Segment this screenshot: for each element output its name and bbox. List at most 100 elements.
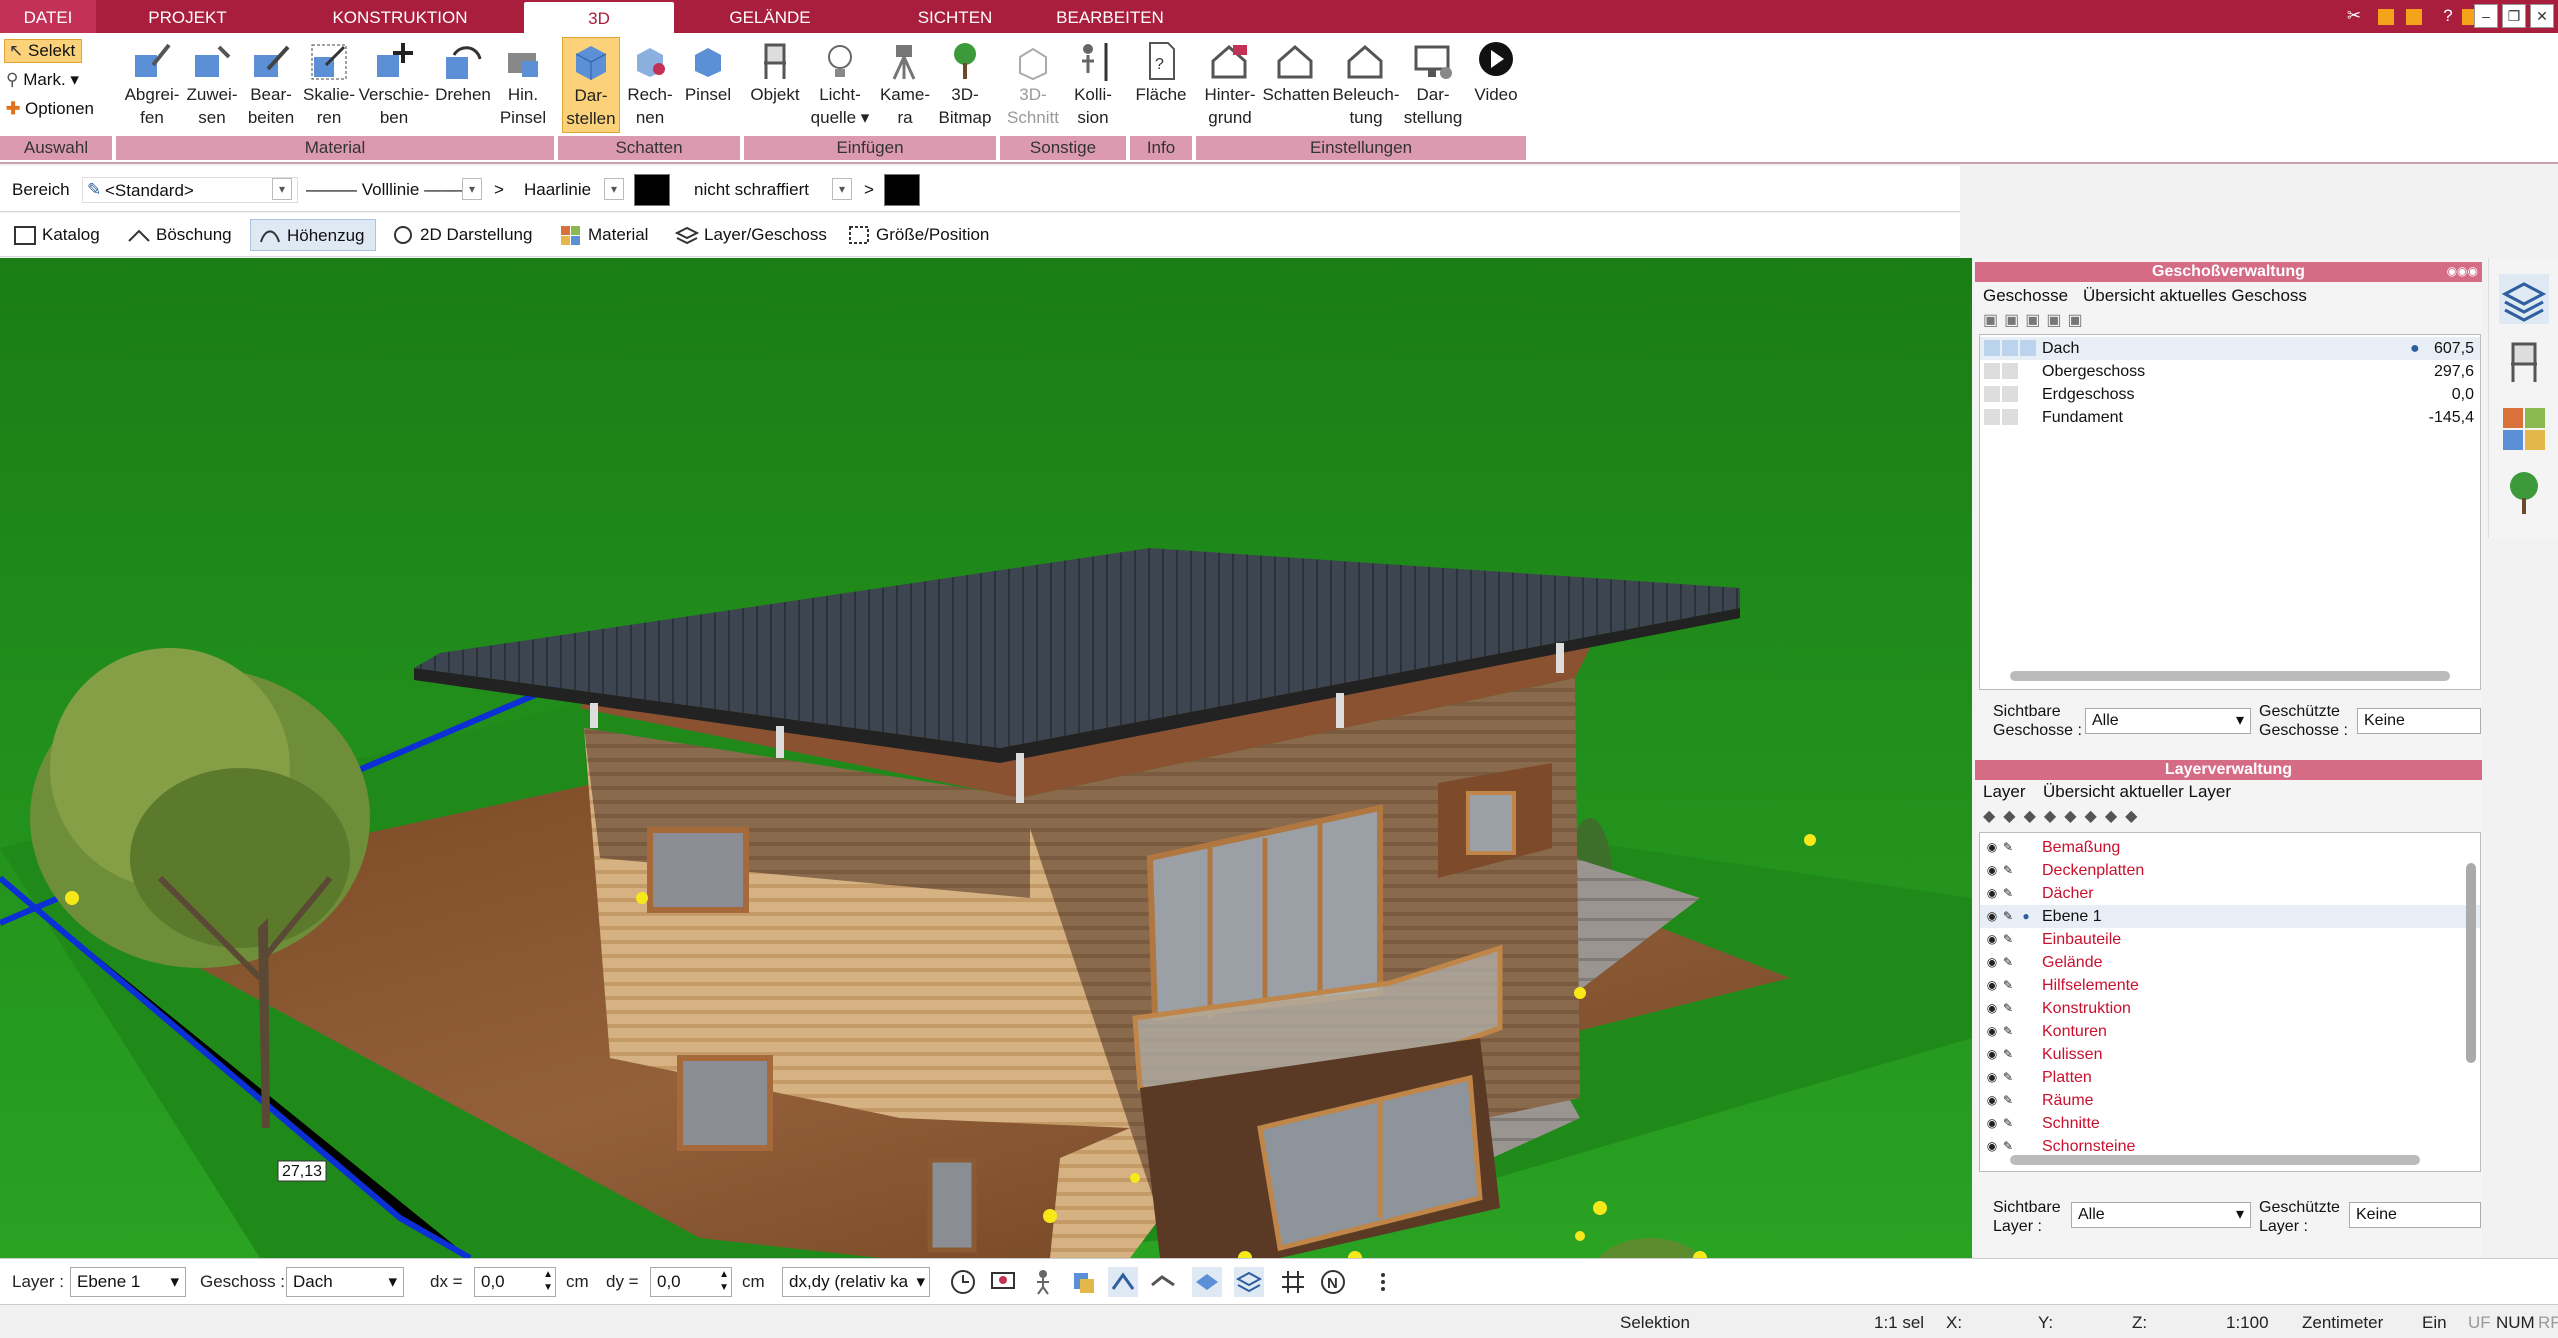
kollision-button[interactable]: Kolli-sion xyxy=(1064,37,1122,129)
fill-color-swatch[interactable] xyxy=(884,174,920,206)
schraffur-dropdown[interactable]: nicht schraffiert xyxy=(694,180,809,200)
pen-icon[interactable]: ✎ xyxy=(2000,954,2016,970)
3d-bitmap-button[interactable]: 3D- Bitmap xyxy=(934,37,996,129)
tab-sichten[interactable]: SICHTEN xyxy=(880,0,1030,33)
selekt-button[interactable]: ↖ Selekt xyxy=(4,39,83,63)
layer-geschoss-button[interactable]: Layer/Geschoss xyxy=(668,219,830,251)
chevron-down-icon[interactable]: ▾ xyxy=(272,178,292,200)
bearbeiten-button[interactable]: Bear-beiten xyxy=(240,37,302,129)
pen-icon[interactable]: ✎ xyxy=(2000,1092,2016,1108)
eye-icon[interactable]: ◉ xyxy=(1984,908,2000,924)
dy-input[interactable]: 0,0 ▲ ▼ xyxy=(650,1267,732,1297)
layer-row[interactable]: ◉ ✎ Kulissen xyxy=(1980,1043,2480,1066)
eye-icon[interactable]: ◉ xyxy=(1984,862,2000,878)
eye-icon[interactable]: ◉ xyxy=(1984,1138,2000,1154)
material-icon[interactable] xyxy=(2499,404,2549,454)
north-icon[interactable]: N xyxy=(1318,1267,1348,1297)
chevron-down-icon[interactable]: ▾ xyxy=(462,178,482,200)
tools-icon[interactable]: ✂ xyxy=(2342,5,2366,27)
layer-row[interactable]: ◉ ✎ Gelände xyxy=(1980,951,2480,974)
mark-button[interactable]: ⚲ Mark. ▾ xyxy=(6,70,79,90)
geschoss-row[interactable]: Dach ● 607,5 xyxy=(1980,337,2480,360)
pen-icon[interactable]: ✎ xyxy=(2000,931,2016,947)
pen-icon[interactable]: ✎ xyxy=(2000,862,2016,878)
geschoss-row[interactable]: Obergeschoss 297,6 xyxy=(1980,360,2480,383)
tree-icon[interactable] xyxy=(2499,468,2549,518)
layer-row[interactable]: ◉ ✎ Deckenplatten xyxy=(1980,859,2480,882)
restore-button[interactable]: ❐ xyxy=(2502,4,2526,28)
tab-layer[interactable]: Layer xyxy=(1983,782,2026,802)
pen-icon[interactable]: ✎ xyxy=(2000,977,2016,993)
panel-controls-icon[interactable]: ◉◉◉ xyxy=(2447,264,2478,278)
sichtbare-layer-select[interactable]: Alle ▾ xyxy=(2071,1202,2251,1228)
eye-icon[interactable]: ◉ xyxy=(1984,1115,2000,1131)
zuweisen-button[interactable]: Zuwei-sen xyxy=(182,37,242,129)
geschoss-toolbar-icons[interactable]: ▣▣▣▣▣ xyxy=(1983,310,2089,330)
grid-icon[interactable] xyxy=(1278,1267,1308,1297)
objekt-button[interactable]: Objekt xyxy=(746,37,804,106)
copy-icon[interactable] xyxy=(1068,1267,1098,1297)
layer-row[interactable]: ◉ ✎ Schnitte xyxy=(1980,1112,2480,1135)
haarlinie-dropdown[interactable]: Haarlinie xyxy=(524,180,591,200)
geschoss-select[interactable]: Dach ▾ xyxy=(286,1267,404,1297)
3d-schnitt-button[interactable]: 3D- Schnitt xyxy=(1002,37,1064,129)
chair-icon[interactable] xyxy=(2499,338,2549,388)
pen-icon[interactable]: ✎ xyxy=(2000,1023,2016,1039)
sichtbare-geschosse-select[interactable]: Alle ▾ xyxy=(2085,708,2251,734)
layers-icon[interactable] xyxy=(2499,274,2549,324)
geschoss-row[interactable]: Fundament -145,4 xyxy=(1980,406,2480,429)
geschoss-row[interactable]: Erdgeschoss 0,0 xyxy=(1980,383,2480,406)
dx-input[interactable]: 0,0 ▲ ▼ xyxy=(474,1267,556,1297)
minimize-button[interactable]: – xyxy=(2474,4,2498,28)
chevron-down-icon[interactable]: ▾ xyxy=(832,178,852,200)
hin-pinsel-button[interactable]: Hin. Pinsel xyxy=(494,37,552,129)
schatten-button[interactable]: Schatten xyxy=(1262,37,1330,106)
line-color-swatch[interactable] xyxy=(634,174,670,206)
help-icon[interactable]: ? xyxy=(2436,5,2460,27)
pen-icon[interactable]: ✎ xyxy=(2000,1046,2016,1062)
pen-icon[interactable]: ✎ xyxy=(2000,908,2016,924)
layer-row[interactable]: ◉ ✎ Hilfselemente xyxy=(1980,974,2480,997)
katalog-button[interactable]: Katalog xyxy=(6,219,114,251)
walk-icon[interactable] xyxy=(1028,1267,1058,1297)
video-button[interactable]: Video xyxy=(1466,37,1526,106)
skalieren-button[interactable]: Skalie-ren xyxy=(298,37,360,129)
geschuetzte-geschosse-field[interactable]: Keine xyxy=(2357,708,2481,734)
tab-uebersicht-layer[interactable]: Übersicht aktueller Layer xyxy=(2043,782,2231,802)
hintergrund-button[interactable]: Hinter-grund xyxy=(1198,37,1262,129)
layer-row[interactable]: ◉ ✎ Platten xyxy=(1980,1066,2480,1089)
tab-datei[interactable]: DATEI xyxy=(0,0,96,33)
layer-select[interactable]: Ebene 1 ▾ xyxy=(70,1267,186,1297)
layer-row[interactable]: ◉ ✎ Räume xyxy=(1980,1089,2480,1112)
rechnen-button[interactable]: Rech-nen xyxy=(622,37,678,129)
schatten-pinsel-button[interactable]: Pinsel xyxy=(680,37,736,106)
tab-uebersicht-geschoss[interactable]: Übersicht aktuelles Geschoss xyxy=(2083,286,2307,306)
layers-icon[interactable] xyxy=(1234,1267,1264,1297)
3d-viewport[interactable]: 27,13 xyxy=(0,258,1972,1258)
chevron-down-icon[interactable]: ▾ xyxy=(604,178,624,200)
optionen-button[interactable]: ✚ Optionen xyxy=(6,99,94,119)
eye-icon[interactable]: ◉ xyxy=(1984,1046,2000,1062)
layer-row[interactable]: ◉ ✎ ● Ebene 1 xyxy=(1980,905,2480,928)
pen-icon[interactable]: ✎ xyxy=(2000,1115,2016,1131)
2d-darstellung-button[interactable]: 2D Darstellung xyxy=(384,219,542,251)
layer-row[interactable]: ◉ ✎ Einbauteile xyxy=(1980,928,2480,951)
groesse-position-button[interactable]: Größe/Position xyxy=(840,219,1000,251)
standard-dropdown[interactable]: ✎ <Standard> xyxy=(82,177,298,203)
monitor-icon[interactable] xyxy=(988,1267,1018,1297)
eye-icon[interactable]: ◉ xyxy=(1984,1069,2000,1085)
tab-projekt[interactable]: PROJEKT xyxy=(110,0,265,33)
pen-icon[interactable]: ✎ xyxy=(2000,1138,2016,1154)
coordinate-mode-select[interactable]: dx,dy (relativ ka ▾ xyxy=(782,1267,930,1297)
drehen-button[interactable]: Drehen xyxy=(430,37,496,106)
kamera-button[interactable]: Kame-ra xyxy=(876,37,934,129)
eye-icon[interactable]: ◉ xyxy=(1984,839,2000,855)
boeschung-button[interactable]: Böschung xyxy=(120,219,240,251)
tab-3d[interactable]: 3D xyxy=(524,2,674,33)
vertical-scrollbar[interactable] xyxy=(2466,863,2476,1063)
eye-icon[interactable]: ◉ xyxy=(1984,931,2000,947)
geschuetzte-layer-field[interactable]: Keine xyxy=(2349,1202,2481,1228)
tab-gelaende[interactable]: GELÄNDE xyxy=(690,0,850,33)
darstellung-button[interactable]: Dar-stellung xyxy=(1400,37,1466,129)
pen-icon[interactable]: ✎ xyxy=(2000,839,2016,855)
